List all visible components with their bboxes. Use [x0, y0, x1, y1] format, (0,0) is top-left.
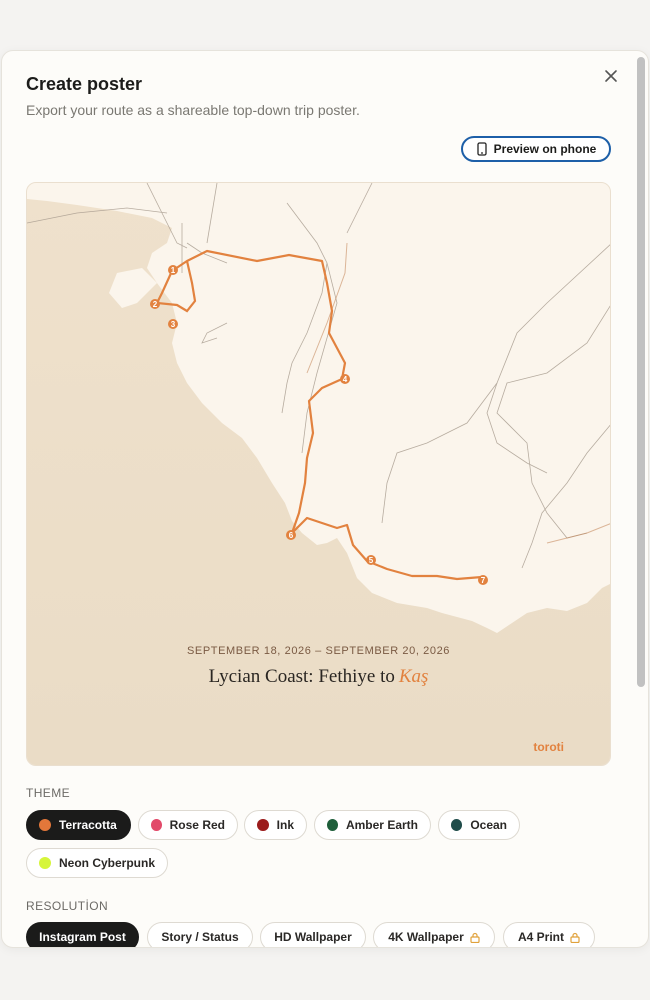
- resolution-label: RESOLUTİON: [26, 899, 109, 913]
- poster-preview: 1 2 3 4 5 6 7 SEPTEMBER 18, 2026 – SEPTE…: [26, 182, 611, 766]
- stop-2: 2: [153, 300, 158, 309]
- amber-earth-swatch: [327, 819, 338, 831]
- poster-title: Lycian Coast: Fethiye to Kaş: [27, 666, 610, 688]
- lock-icon: [570, 932, 580, 943]
- ink-swatch: [257, 819, 269, 831]
- poster-title-accent: Kaş: [398, 666, 429, 687]
- ocean-swatch: [451, 819, 463, 831]
- scrollbar-thumb[interactable]: [637, 57, 645, 687]
- theme-ink[interactable]: Ink: [244, 810, 307, 840]
- stop-7: 7: [481, 576, 486, 585]
- resolution-4k-wallpaper[interactable]: 4K Wallpaper: [373, 922, 495, 947]
- close-button[interactable]: [602, 67, 620, 85]
- neon-cyberpunk-swatch: [39, 857, 51, 869]
- theme-label: THEME: [26, 786, 70, 800]
- stop-4: 4: [343, 375, 348, 384]
- scrollbar[interactable]: [637, 53, 645, 945]
- theme-rose-red[interactable]: Rose Red: [138, 810, 238, 840]
- theme-ocean[interactable]: Ocean: [438, 810, 520, 840]
- theme-amber-earth[interactable]: Amber Earth: [314, 810, 431, 840]
- stop-6: 6: [289, 531, 294, 540]
- modal-subtitle: Export your route as a shareable top-dow…: [26, 102, 360, 118]
- phone-icon: [477, 142, 487, 156]
- modal-title: Create poster: [26, 74, 143, 94]
- resolution-story-status[interactable]: Story / Status: [147, 922, 253, 947]
- close-icon: [605, 70, 617, 82]
- stop-5: 5: [369, 556, 374, 565]
- rose-red-swatch: [151, 819, 162, 831]
- poster-dates: SEPTEMBER 18, 2026 – SEPTEMBER 20, 2026: [186, 645, 451, 657]
- resolution-a4-print[interactable]: A4 Print: [503, 922, 595, 947]
- preview-button-label: Preview on phone: [493, 142, 597, 156]
- resolution-instagram-post[interactable]: Instagram Post: [26, 922, 139, 947]
- create-poster-modal: Create poster Export your route as a sha…: [1, 50, 649, 948]
- poster-title-main: Lycian Coast: Fethiye to: [208, 666, 395, 687]
- stop-3: 3: [171, 320, 176, 329]
- theme-neon-cyberpunk[interactable]: Neon Cyberpunk: [26, 848, 168, 878]
- stop-1: 1: [171, 266, 176, 275]
- theme-terracotta[interactable]: Terracotta: [26, 810, 131, 840]
- brand-logo: toroti: [533, 740, 564, 754]
- lock-icon: [470, 932, 480, 943]
- resolution-hd-wallpaper[interactable]: HD Wallpaper: [260, 922, 366, 947]
- terracotta-swatch: [39, 819, 51, 831]
- preview-on-phone-button[interactable]: Preview on phone: [461, 136, 611, 162]
